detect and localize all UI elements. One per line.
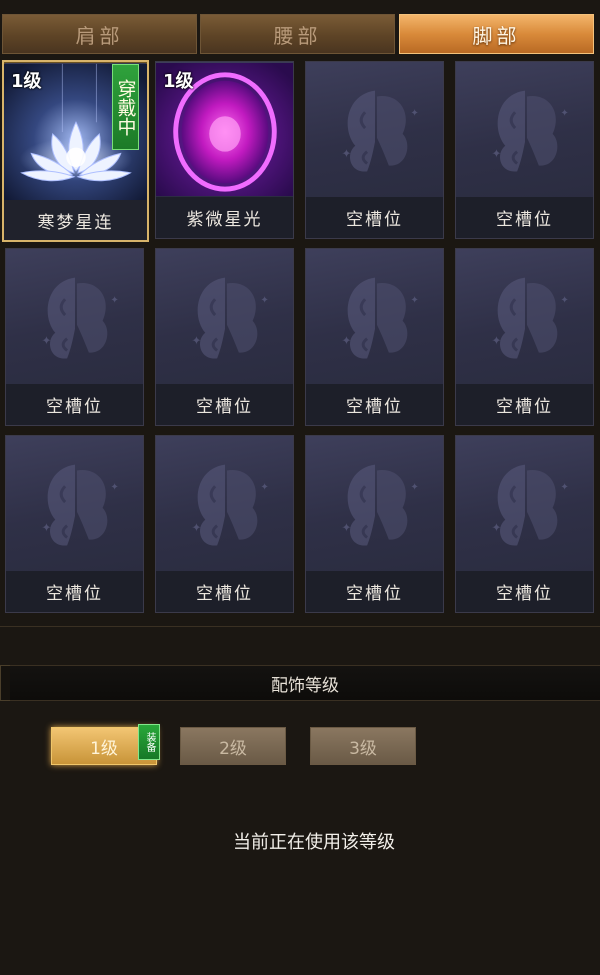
svg-text:✦: ✦ [410,108,418,119]
slot-label: 空槽位 [456,197,593,238]
slot-empty[interactable]: ✦ ✦ 空槽位 [455,435,594,613]
svg-text:✦: ✦ [341,147,351,161]
slot-label: 空槽位 [306,571,443,612]
slot-label: 空槽位 [306,384,443,425]
slot-empty[interactable]: ✦ ✦ 空槽位 [455,61,594,239]
tab-shoulder[interactable]: 肩部 [2,14,197,54]
slot-empty[interactable]: ✦ ✦ 空槽位 [155,435,294,613]
svg-text:✦: ✦ [110,295,118,306]
item-name: 寒梦星连 [4,200,147,240]
slot-label: 空槽位 [6,384,143,425]
slot-label: 空槽位 [6,571,143,612]
svg-text:✦: ✦ [341,334,351,348]
slot-accessory-lotus[interactable]: 1级 穿戴中 寒梦星连 [2,60,149,242]
slot-label: 空槽位 [156,571,293,612]
slot-empty[interactable]: ✦ ✦ 空槽位 [455,248,594,426]
butterfly-icon: ✦ ✦ [41,277,119,359]
butterfly-icon: ✦ ✦ [341,277,419,359]
level-3-button[interactable]: 3级 [310,727,416,765]
slot-label: 空槽位 [156,384,293,425]
tab-waist[interactable]: 腰部 [200,14,395,54]
butterfly-icon: ✦ ✦ [341,464,419,546]
slot-empty[interactable]: ✦ ✦ 空槽位 [155,248,294,426]
svg-text:✦: ✦ [110,482,118,493]
level-section-title: 配饰等级 [10,665,600,701]
svg-text:✦: ✦ [560,295,568,306]
svg-text:✦: ✦ [191,334,201,348]
slot-empty[interactable]: ✦ ✦ 空槽位 [5,248,144,426]
svg-text:✦: ✦ [260,482,268,493]
section-divider [0,626,600,627]
item-level-label: 1级 [11,71,42,92]
item-level-label: 1级 [163,71,194,92]
slot-empty[interactable]: ✦ ✦ 空槽位 [305,435,444,613]
svg-text:✦: ✦ [491,521,501,535]
slot-label: 空槽位 [456,571,593,612]
butterfly-icon: ✦ ✦ [41,464,119,546]
butterfly-icon: ✦ ✦ [341,90,419,172]
butterfly-icon: ✦ ✦ [191,464,269,546]
svg-text:✦: ✦ [491,147,501,161]
equipped-badge: 装备 [138,724,160,760]
svg-text:✦: ✦ [410,482,418,493]
butterfly-icon: ✦ ✦ [491,90,569,172]
svg-text:✦: ✦ [260,295,268,306]
butterfly-icon: ✦ ✦ [191,277,269,359]
svg-text:✦: ✦ [491,334,501,348]
svg-text:✦: ✦ [191,521,201,535]
svg-text:✦: ✦ [41,334,51,348]
tab-feet[interactable]: 脚部 [399,14,594,54]
wearing-badge: 穿戴中 [112,64,139,150]
slot-empty[interactable]: ✦ ✦ 空槽位 [305,61,444,239]
slot-empty[interactable]: ✦ ✦ 空槽位 [305,248,444,426]
slot-accessory-orb[interactable]: 1级 紫微星光 [155,61,294,239]
level-status-text: 当前正在使用该等级 [233,832,395,853]
svg-text:✦: ✦ [341,521,351,535]
slot-label: 空槽位 [456,384,593,425]
level-2-button[interactable]: 2级 [180,727,286,765]
svg-text:✦: ✦ [410,295,418,306]
butterfly-icon: ✦ ✦ [491,277,569,359]
svg-text:✦: ✦ [560,482,568,493]
svg-text:✦: ✦ [41,521,51,535]
slot-empty[interactable]: ✦ ✦ 空槽位 [5,435,144,613]
part-tabs: 肩部 腰部 脚部 [0,10,600,58]
item-name: 紫微星光 [156,197,293,238]
svg-text:✦: ✦ [560,108,568,119]
butterfly-icon: ✦ ✦ [491,464,569,546]
slot-label: 空槽位 [306,197,443,238]
